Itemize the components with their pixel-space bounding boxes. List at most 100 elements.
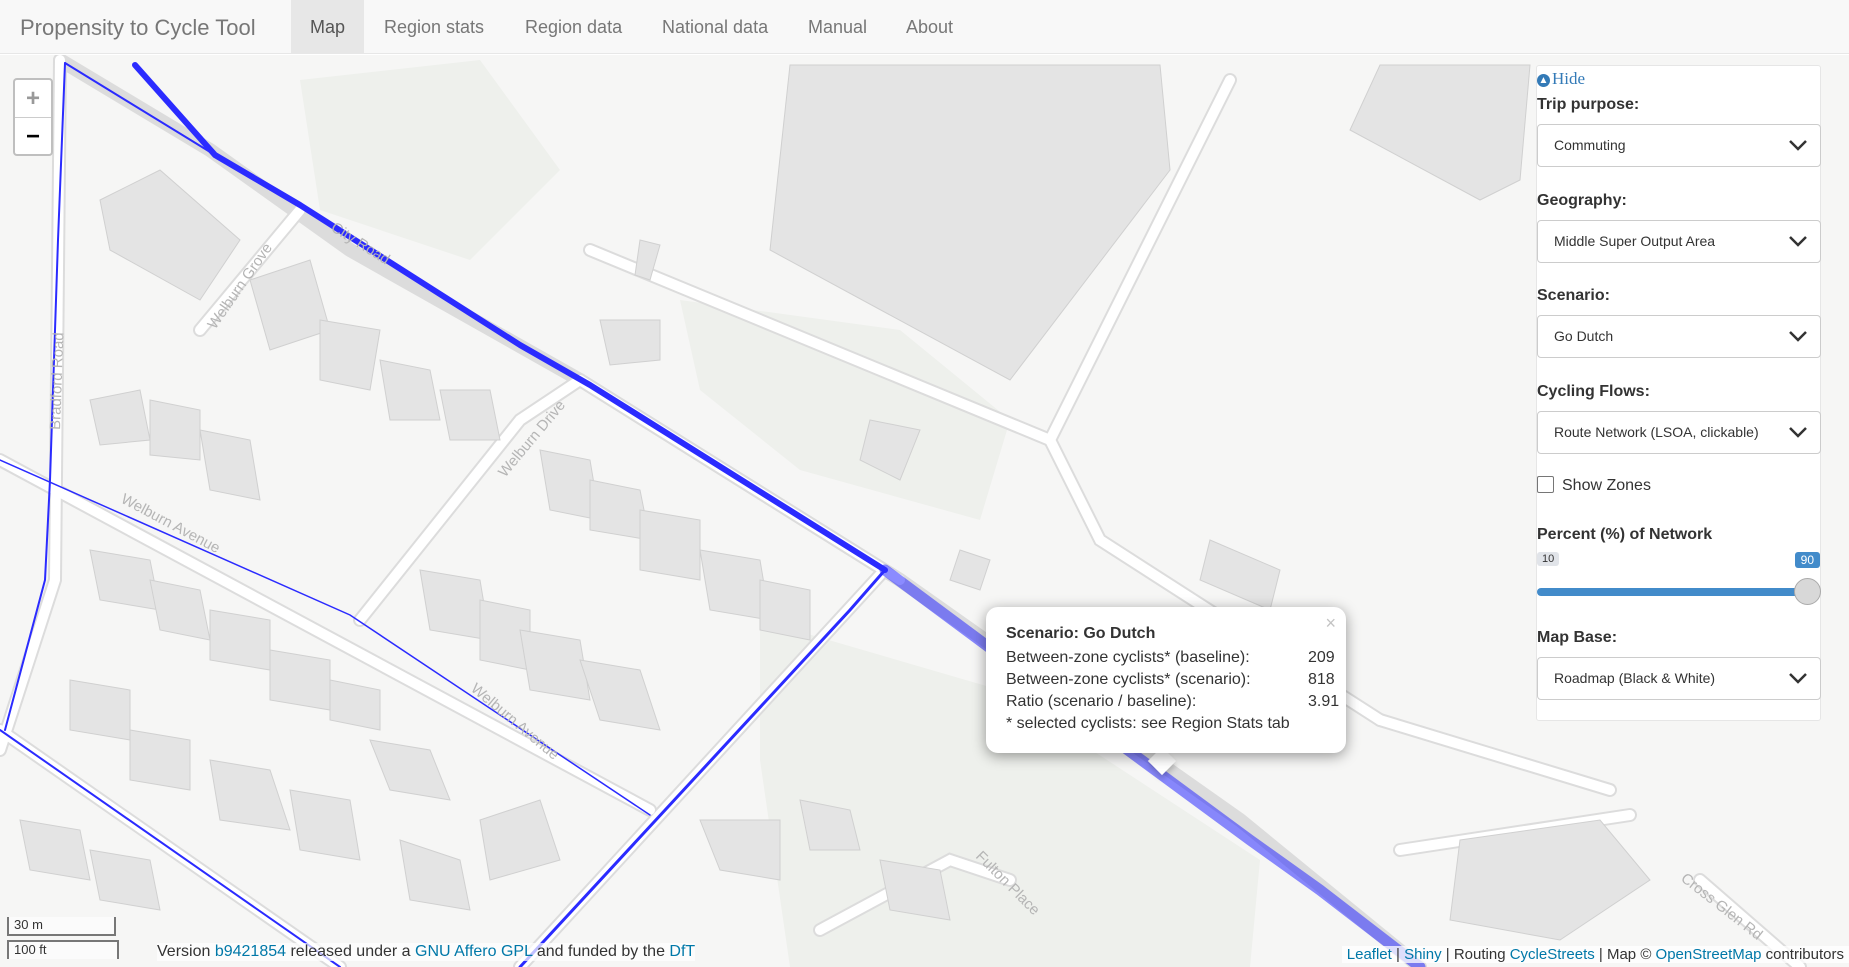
building bbox=[1199, 539, 1281, 611]
license-link[interactable]: GNU Affero GPL bbox=[415, 943, 532, 960]
building bbox=[639, 509, 701, 581]
tab-manual[interactable]: Manual bbox=[789, 0, 886, 54]
version-info: Version b9421854 released under a GNU Af… bbox=[157, 943, 696, 961]
building bbox=[399, 839, 471, 911]
map-base-value: Roadmap (Black & White) bbox=[1554, 670, 1716, 686]
geography-select[interactable]: Middle Super Output Area bbox=[1537, 220, 1821, 263]
building bbox=[579, 659, 661, 731]
tab-map[interactable]: Map bbox=[291, 0, 365, 54]
zoom-out-button[interactable]: − bbox=[15, 117, 51, 155]
building bbox=[269, 649, 331, 711]
building bbox=[129, 729, 191, 791]
zoom-control: + − bbox=[13, 78, 53, 156]
leaflet-link[interactable]: Leaflet bbox=[1347, 946, 1392, 963]
funder-link[interactable]: DfT bbox=[669, 943, 695, 960]
building bbox=[439, 389, 501, 441]
scale-imperial: 100 ft bbox=[7, 940, 119, 959]
chevron-down-icon bbox=[1789, 140, 1807, 151]
building bbox=[209, 759, 291, 831]
building bbox=[369, 739, 451, 801]
tab-region-stats[interactable]: Region stats bbox=[365, 0, 503, 54]
cycling-flows-select[interactable]: Route Network (LSOA, clickable) bbox=[1537, 411, 1821, 454]
street-label: Bradford Road bbox=[47, 332, 67, 430]
scenario-select[interactable]: Go Dutch bbox=[1537, 315, 1821, 358]
chevron-down-icon bbox=[1789, 673, 1807, 684]
building bbox=[1349, 64, 1531, 201]
popup-row: Between-zone cyclists* (baseline): 209 bbox=[1006, 647, 1335, 669]
version-suffix: and funded by the bbox=[536, 943, 665, 960]
tab-national-data[interactable]: National data bbox=[643, 0, 787, 54]
chevron-down-icon bbox=[1789, 331, 1807, 342]
building bbox=[149, 579, 211, 641]
control-panel: ▲ Hide Trip purpose: Commuting Geography:… bbox=[1536, 65, 1821, 721]
hide-panel-button[interactable]: ▲ Hide bbox=[1537, 69, 1585, 89]
cycling-flows-label: Cycling Flows: bbox=[1537, 383, 1650, 400]
building bbox=[19, 819, 91, 881]
shiny-link[interactable]: Shiny bbox=[1404, 946, 1442, 963]
popup-row-label: Ratio (scenario / baseline): bbox=[1006, 693, 1197, 710]
map-prefix: | Map © bbox=[1598, 946, 1652, 963]
building bbox=[1449, 819, 1651, 941]
popup-row: Between-zone cyclists* (scenario): 818 bbox=[1006, 669, 1335, 691]
arrow-up-circle-icon: ▲ bbox=[1537, 74, 1550, 87]
slider-value-label: 90 bbox=[1794, 552, 1820, 568]
building bbox=[149, 399, 201, 461]
popup-row-value: 209 bbox=[1308, 649, 1335, 666]
osm-link[interactable]: OpenStreetMap bbox=[1656, 946, 1762, 963]
version-middle: released under a bbox=[290, 943, 411, 960]
scale-metric: 30 m bbox=[7, 917, 116, 936]
building bbox=[209, 609, 271, 671]
building bbox=[519, 629, 591, 701]
routing-prefix: | Routing bbox=[1445, 946, 1506, 963]
show-zones-label: Show Zones bbox=[1562, 477, 1651, 494]
chevron-down-icon bbox=[1789, 236, 1807, 247]
building bbox=[329, 679, 381, 731]
route-popup: × Scenario: Go Dutch Between-zone cyclis… bbox=[986, 607, 1346, 753]
trip-purpose-select[interactable]: Commuting bbox=[1537, 124, 1821, 167]
street-label: Cross Glen Rd bbox=[1678, 870, 1766, 944]
popup-row: Ratio (scenario / baseline): 3.91 bbox=[1006, 691, 1339, 713]
slider-track[interactable] bbox=[1537, 588, 1807, 596]
popup-row-label: Between-zone cyclists* (baseline): bbox=[1006, 649, 1250, 666]
popup-title: Scenario: Go Dutch bbox=[1006, 625, 1156, 642]
slider-min-label: 10 bbox=[1537, 552, 1560, 566]
building bbox=[289, 789, 361, 861]
separator: | bbox=[1395, 946, 1400, 963]
show-zones-checkbox[interactable] bbox=[1537, 476, 1554, 493]
building bbox=[379, 359, 441, 421]
building bbox=[89, 389, 151, 446]
popup-footnote: * selected cyclists: see Region Stats ta… bbox=[1006, 715, 1290, 732]
app-title[interactable]: Propensity to Cycle Tool bbox=[20, 15, 256, 41]
map-base-select[interactable]: Roadmap (Black & White) bbox=[1537, 657, 1821, 700]
building bbox=[699, 819, 781, 881]
contributors-text: contributors bbox=[1765, 946, 1844, 963]
building bbox=[89, 849, 161, 911]
hide-label: Hide bbox=[1552, 69, 1586, 88]
tab-about[interactable]: About bbox=[887, 0, 972, 54]
map-base-label: Map Base: bbox=[1537, 629, 1618, 646]
popup-row-label: Between-zone cyclists* (scenario): bbox=[1006, 671, 1251, 688]
building bbox=[479, 799, 561, 881]
tab-region-data[interactable]: Region data bbox=[506, 0, 641, 54]
popup-row-value: 3.91 bbox=[1308, 693, 1340, 710]
cyclestreets-link[interactable]: CycleStreets bbox=[1510, 946, 1595, 963]
slider-handle[interactable] bbox=[1794, 578, 1821, 605]
building bbox=[319, 319, 381, 391]
building bbox=[69, 679, 131, 741]
scenario-label: Scenario: bbox=[1537, 287, 1610, 304]
version-prefix: Version bbox=[157, 943, 211, 960]
show-zones-row[interactable]: Show Zones bbox=[1537, 476, 1651, 498]
cycling-flows-value: Route Network (LSOA, clickable) bbox=[1554, 424, 1759, 440]
popup-close-button[interactable]: × bbox=[1325, 613, 1336, 634]
zoom-in-button[interactable]: + bbox=[15, 80, 51, 117]
geography-label: Geography: bbox=[1537, 192, 1627, 209]
map-attribution: Leaflet | Shiny | Routing CycleStreets |… bbox=[1341, 946, 1849, 963]
building bbox=[599, 319, 661, 366]
chevron-down-icon bbox=[1789, 427, 1807, 438]
geography-value: Middle Super Output Area bbox=[1554, 233, 1716, 249]
trip-purpose-label: Trip purpose: bbox=[1537, 96, 1640, 113]
popup-row-value: 818 bbox=[1308, 671, 1335, 688]
commit-link[interactable]: b9421854 bbox=[215, 943, 286, 960]
building bbox=[249, 259, 331, 351]
scenario-value: Go Dutch bbox=[1554, 328, 1614, 344]
